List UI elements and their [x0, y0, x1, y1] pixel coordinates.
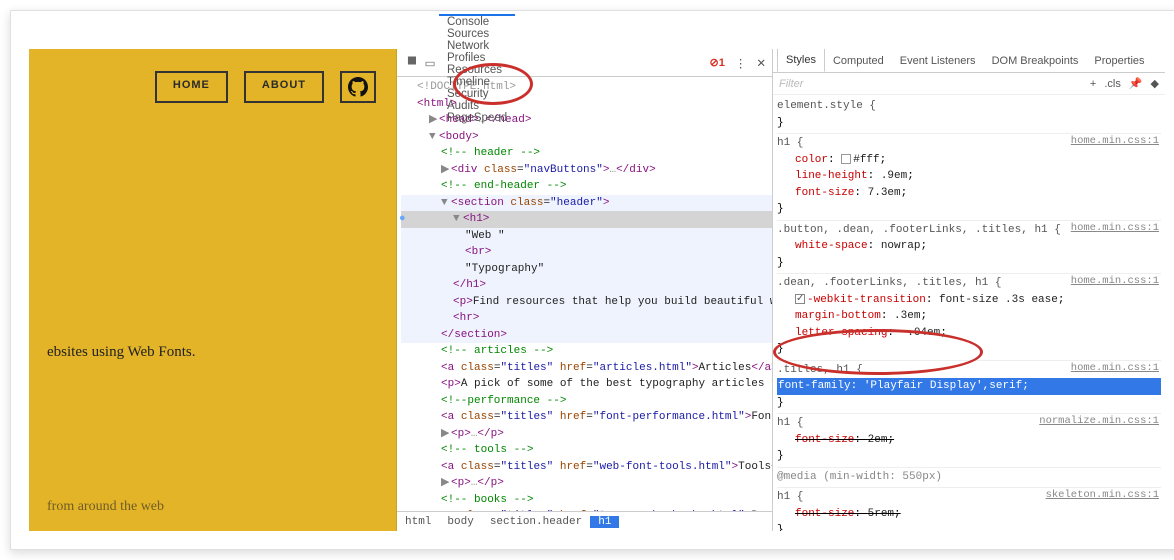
dom-tree[interactable]: <!DOCTYPE html> <html> ▶<head>…</head> ▼…	[397, 77, 772, 511]
crumb-body[interactable]: body	[439, 516, 481, 528]
tab-properties[interactable]: Properties	[1086, 49, 1152, 72]
devtools-styles-panel: Styles Computed Event Listeners DOM Brea…	[773, 49, 1165, 531]
close-icon[interactable]: ✕	[756, 56, 766, 70]
tab-resources[interactable]: Resources	[439, 64, 515, 76]
layout-icon[interactable]: ◆	[1151, 77, 1159, 90]
crumb-html[interactable]: html	[397, 516, 439, 528]
device-icon[interactable]: ▭	[421, 56, 439, 70]
inspect-icon[interactable]: ⯀	[403, 56, 421, 69]
tab-computed[interactable]: Computed	[825, 49, 892, 72]
tab-pagespeed[interactable]: PageSpeed	[439, 112, 515, 124]
screenshot-frame: ☆ ▮▮▮ S ✉ ✎ ⚑ ! ◻ ▢ ◭ ◇ ⟳ S ≡ HOME ABOUT…	[10, 10, 1174, 550]
devtools-elements-panel: ⯀ ▭ ElementsConsoleSourcesNetworkProfile…	[397, 49, 773, 531]
nav-about-button[interactable]: ABOUT	[244, 71, 324, 103]
github-icon[interactable]	[340, 71, 376, 103]
tab-audits[interactable]: Audits	[439, 100, 515, 112]
page-subtitle-fragment: ebsites using Web Fonts.	[47, 344, 196, 361]
styles-rules-list[interactable]: element.style {}home.min.css:1h1 {color:…	[773, 95, 1165, 531]
tab-console[interactable]: Console	[439, 16, 515, 28]
breadcrumb[interactable]: html body section.header h1	[397, 511, 772, 531]
tab-timeline[interactable]: Timeline	[439, 76, 515, 88]
page-nav: HOME ABOUT	[155, 71, 376, 103]
crumb-h1[interactable]: h1	[590, 516, 619, 528]
error-count-badge[interactable]: ⊘1	[710, 56, 725, 69]
tab-sources[interactable]: Sources	[439, 28, 515, 40]
add-rule-icon[interactable]: +	[1090, 78, 1096, 90]
pin-icon[interactable]: 📌	[1129, 77, 1143, 90]
tab-profiles[interactable]: Profiles	[439, 52, 515, 64]
nav-home-button[interactable]: HOME	[155, 71, 228, 103]
filter-input[interactable]: Filter	[779, 78, 803, 90]
tab-network[interactable]: Network	[439, 40, 515, 52]
crumb-section[interactable]: section.header	[482, 516, 590, 528]
devtools-tab-bar: ⯀ ▭ ElementsConsoleSourcesNetworkProfile…	[397, 49, 772, 77]
styles-filter-row: Filter + .cls 📌 ◆	[773, 73, 1165, 95]
rendered-page: HOME ABOUT phy ebsites using Web Fonts. …	[29, 49, 397, 531]
tab-styles[interactable]: Styles	[777, 49, 825, 72]
cls-toggle[interactable]: .cls	[1104, 78, 1121, 90]
page-section-sub: from around the web	[47, 499, 164, 515]
styles-sub-tabs: Styles Computed Event Listeners DOM Brea…	[773, 49, 1165, 73]
tab-event-listeners[interactable]: Event Listeners	[892, 49, 984, 72]
kebab-icon[interactable]: ⋮	[735, 56, 747, 70]
tab-security[interactable]: Security	[439, 88, 515, 100]
tab-dom-breakpoints[interactable]: DOM Breakpoints	[984, 49, 1087, 72]
